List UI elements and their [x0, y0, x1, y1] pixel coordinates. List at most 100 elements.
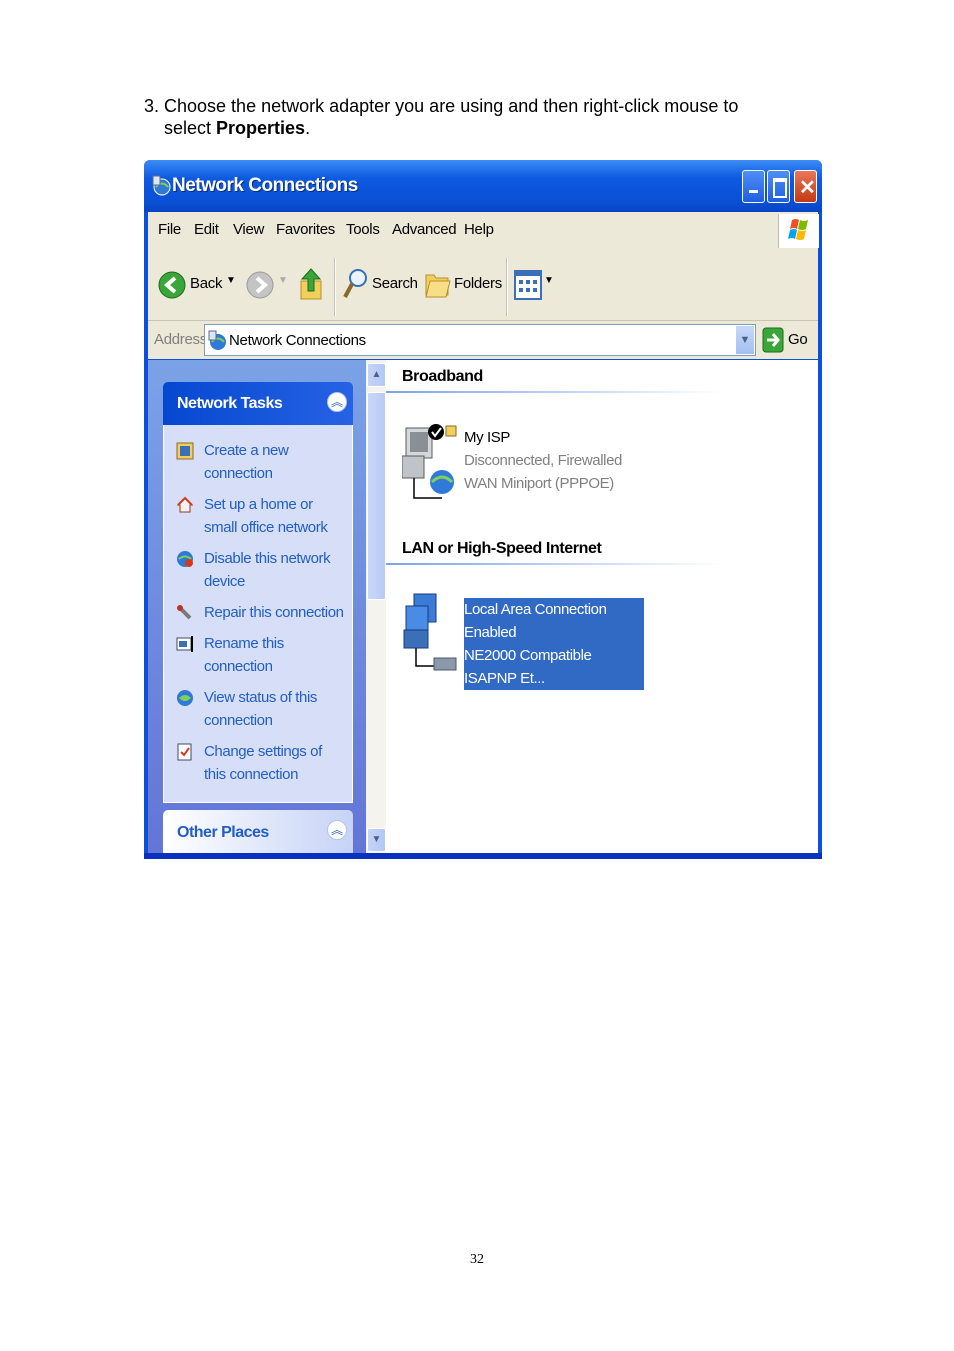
network-tasks-title: Network Tasks	[177, 395, 283, 412]
scroll-up-icon[interactable]: ▲	[367, 363, 386, 387]
search-button[interactable]: Search	[342, 264, 418, 306]
task-pane-scrollbar[interactable]: ▲ ▼	[366, 360, 386, 853]
menu-bar: File Edit View Favorites Tools Advanced …	[148, 212, 819, 251]
forward-arrow-icon	[246, 271, 274, 299]
network-connections-window: Network Connections ✕ File Edit View Fav…	[144, 160, 822, 859]
repair-wrench-icon	[177, 605, 192, 620]
go-label: Go	[788, 331, 808, 348]
menu-favorites[interactable]: Favorites	[276, 221, 335, 238]
close-icon: ✕	[799, 177, 816, 199]
windows-logo	[778, 214, 819, 248]
task-home-network[interactable]: Set up a home or small office network	[164, 493, 352, 539]
group-divider	[386, 563, 726, 565]
up-folder-button[interactable]	[298, 264, 326, 306]
group-header-broadband: Broadband	[402, 368, 483, 385]
connection-name: Local Area Connection	[464, 601, 607, 618]
back-arrow-icon	[158, 271, 186, 299]
task-create-connection[interactable]: Create a new connection	[164, 439, 352, 485]
connection-name: My ISP	[464, 429, 510, 446]
toolbar-separator	[334, 258, 336, 316]
properties-checklist-icon	[177, 743, 192, 761]
other-places-title: Other Places	[177, 824, 269, 841]
group-divider	[386, 391, 726, 393]
back-button[interactable]: Back ▼	[156, 264, 236, 306]
other-places-header[interactable]: Other Places ︽	[163, 810, 353, 853]
instruction-line2: select Properties.	[164, 118, 311, 138]
network-tasks-panel: Network Tasks ︽ Create a new connection …	[163, 382, 353, 803]
network-tasks-list: Create a new connection Set up a home or…	[163, 425, 353, 803]
menu-help[interactable]: Help	[464, 221, 494, 238]
collapse-chevron-icon[interactable]: ︽	[327, 820, 347, 840]
go-button[interactable]: Go	[762, 325, 812, 355]
status-globe-icon	[177, 690, 193, 706]
collapse-chevron-icon[interactable]: ︽	[327, 392, 347, 412]
folders-label: Folders	[454, 275, 502, 292]
address-bar: Address Network Connections ▼ Go	[148, 321, 818, 359]
connection-status: Disconnected, Firewalled	[464, 452, 622, 469]
maximize-icon	[773, 178, 787, 198]
go-arrow-icon	[762, 327, 784, 353]
menu-tools[interactable]: Tools	[346, 221, 380, 238]
search-icon	[343, 269, 367, 298]
window-bottom-border	[144, 853, 822, 859]
menu-edit[interactable]: Edit	[194, 221, 219, 238]
task-rename-connection[interactable]: Rename this connection	[164, 632, 352, 678]
search-label: Search	[372, 275, 418, 292]
properties-emphasis: Properties	[216, 118, 306, 138]
views-button[interactable]: ▼	[514, 264, 558, 306]
home-network-icon	[176, 496, 194, 513]
maximize-button[interactable]	[767, 170, 790, 203]
task-pane: Network Tasks ︽ Create a new connection …	[148, 360, 366, 853]
scroll-thumb[interactable]	[367, 392, 386, 600]
instruction-line1: 3. Choose the network adapter you are us…	[144, 96, 739, 116]
forward-button[interactable]: ▼	[244, 264, 290, 306]
broadband-connection-icon	[402, 424, 457, 499]
menu-file[interactable]: File	[158, 221, 181, 238]
new-connection-icon	[176, 442, 194, 460]
connection-device: WAN Miniport (PPPOE)	[464, 475, 614, 492]
folders-button[interactable]: Folders	[424, 264, 502, 306]
back-dropdown-icon[interactable]: ▼	[226, 275, 236, 286]
minimize-icon	[749, 190, 758, 193]
minimize-button[interactable]	[742, 170, 765, 203]
address-label: Address	[154, 331, 207, 348]
forward-dropdown-icon: ▼	[278, 275, 288, 286]
instruction-text: 3. Choose the network adapter you are us…	[144, 95, 844, 139]
task-change-settings[interactable]: Change settings of this connection	[164, 740, 352, 786]
title-bar[interactable]: Network Connections ✕	[144, 160, 822, 212]
toolbar-separator	[506, 258, 508, 316]
up-folder-icon	[300, 268, 322, 300]
connection-local-area[interactable]: Local Area Connection Enabled NE2000 Com…	[402, 592, 652, 690]
window-title: Network Connections	[172, 175, 358, 196]
task-view-status[interactable]: View status of this connection	[164, 686, 352, 732]
disable-network-icon	[177, 551, 193, 567]
address-value: Network Connections	[229, 332, 366, 349]
selected-connection-label: Local Area Connection Enabled NE2000 Com…	[464, 598, 644, 690]
views-dropdown-icon[interactable]: ▼	[544, 275, 554, 286]
scroll-down-icon[interactable]: ▼	[367, 828, 386, 852]
connection-status: Enabled	[464, 624, 517, 641]
folders-icon	[425, 274, 451, 298]
other-places-panel: Other Places ︽	[163, 810, 353, 853]
connection-device: NE2000 Compatible ISAPNP Et...	[464, 647, 592, 687]
group-header-lan: LAN or High-Speed Internet	[402, 540, 602, 557]
windows-flag-icon	[788, 219, 808, 240]
network-connections-icon	[208, 330, 226, 350]
task-disable-device[interactable]: Disable this network device	[164, 547, 352, 593]
close-button[interactable]: ✕	[794, 170, 817, 203]
task-repair-connection[interactable]: Repair this connection	[164, 601, 352, 624]
network-tasks-header[interactable]: Network Tasks ︽	[163, 382, 353, 425]
rename-icon	[176, 636, 193, 652]
menu-advanced[interactable]: Advanced	[392, 221, 457, 238]
page-number: 32	[470, 1252, 484, 1267]
menu-view[interactable]: View	[233, 221, 264, 238]
lan-connection-icon	[403, 593, 457, 671]
connections-view: Broadband My ISP Disconnected, Firewalle…	[386, 360, 818, 853]
network-connections-icon	[152, 175, 171, 196]
address-dropdown-icon[interactable]: ▼	[735, 326, 754, 354]
back-label: Back	[190, 275, 223, 292]
connection-my-isp[interactable]: My ISP Disconnected, Firewalled WAN Mini…	[402, 420, 642, 500]
standard-toolbar: Back ▼ ▼ Search Folders ▼	[148, 250, 818, 321]
address-input[interactable]: Network Connections ▼	[204, 324, 756, 356]
views-icon	[514, 270, 542, 300]
